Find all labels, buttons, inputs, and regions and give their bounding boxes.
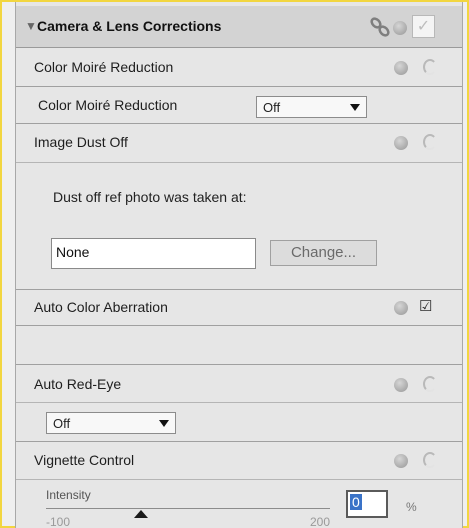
section-title: Color Moiré Reduction — [34, 59, 174, 75]
chevron-down-icon — [159, 420, 169, 427]
section-color-moire-header: Color Moiré Reduction — [16, 49, 462, 87]
section-auto-red-eye: Auto Red-Eye Off — [16, 366, 462, 442]
section-header: Vignette Control — [16, 442, 462, 480]
slider-label: Intensity — [46, 488, 91, 502]
enable-checkbox-icon[interactable]: ✓ — [412, 15, 435, 38]
red-eye-select[interactable]: Off — [46, 412, 176, 434]
section-color-moire-controls: Color Moiré Reduction Off — [16, 88, 462, 124]
change-button[interactable]: Change... — [270, 240, 377, 266]
section-vignette-control: Vignette Control Intensity -100 200 0 % — [16, 442, 462, 528]
section-toggle-radio[interactable] — [423, 59, 437, 75]
section-auto-color-aberration: Auto Color Aberration ☑ — [16, 290, 462, 326]
unit-label: % — [406, 500, 417, 514]
help-icon[interactable] — [394, 61, 408, 75]
section-title: Vignette Control — [34, 452, 135, 468]
dust-off-prompt: Dust off ref photo was taken at: — [53, 189, 247, 205]
slider-thumb[interactable] — [133, 510, 148, 518]
panel-header[interactable]: ▼ Camera & Lens Corrections ✓ — [16, 6, 462, 48]
control-label: Color Moiré Reduction — [38, 97, 178, 113]
spacer — [16, 327, 462, 365]
section-title: Auto Red-Eye — [34, 376, 122, 392]
collapse-arrow-icon[interactable]: ▼ — [25, 19, 37, 33]
section-toggle-radio[interactable] — [423, 452, 437, 468]
help-icon[interactable] — [394, 301, 408, 315]
color-moire-select[interactable]: Off — [256, 96, 367, 118]
section-header: Auto Red-Eye — [16, 366, 462, 403]
intensity-value: 0 — [350, 494, 362, 510]
slider-min-label: -100 — [46, 515, 71, 528]
section-toggle-radio[interactable] — [423, 376, 437, 392]
slider-max-label: 200 — [310, 515, 331, 528]
slider-track[interactable] — [46, 508, 330, 509]
help-icon[interactable] — [393, 21, 407, 35]
select-value: Off — [53, 416, 71, 431]
link-icon[interactable] — [369, 16, 391, 38]
help-icon[interactable] — [394, 136, 408, 150]
section-image-dust-off: Image Dust Off Dust off ref photo was ta… — [16, 124, 462, 290]
help-icon[interactable] — [394, 378, 408, 392]
select-value: Off — [263, 100, 281, 115]
section-header: Image Dust Off — [16, 124, 462, 163]
chevron-down-icon — [350, 104, 360, 111]
ref-photo-field[interactable]: None — [51, 238, 256, 269]
help-icon[interactable] — [394, 454, 408, 468]
section-toggle-radio[interactable] — [423, 134, 437, 150]
section-title: Auto Color Aberration — [34, 299, 168, 315]
checkmark-icon[interactable]: ☑ — [419, 297, 432, 315]
section-title: Image Dust Off — [34, 134, 128, 150]
intensity-input[interactable]: 0 — [346, 490, 388, 518]
panel-title: Camera & Lens Corrections — [37, 18, 222, 34]
window-frame: ▼ Camera & Lens Corrections ✓ Color Moir… — [0, 0, 469, 528]
camera-lens-corrections-panel: ▼ Camera & Lens Corrections ✓ Color Moir… — [15, 2, 463, 528]
